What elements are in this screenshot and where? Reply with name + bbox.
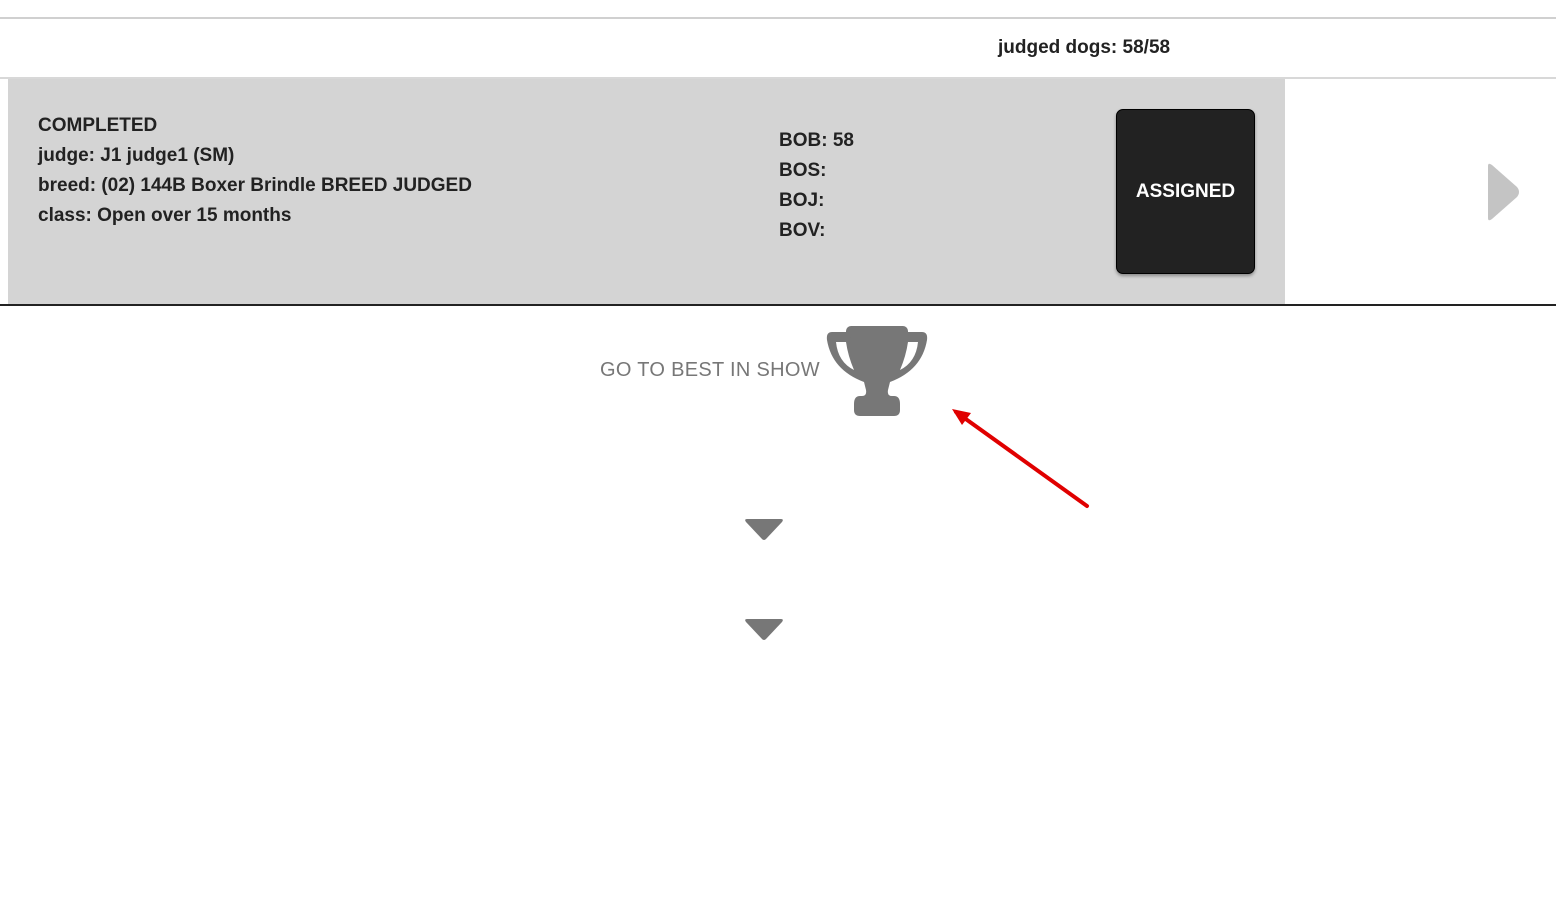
status-text: COMPLETED: [38, 115, 158, 136]
caret-down-icon[interactable]: [744, 617, 784, 643]
assigned-button[interactable]: ASSIGNED: [1116, 109, 1255, 274]
card-divider: [0, 304, 1556, 306]
judging-card: COMPLETED judge: J1 judge1 (SM) breed: (…: [8, 79, 1285, 304]
award-bob: BOB: 58: [779, 130, 854, 151]
award-boj: BOJ:: [779, 190, 825, 211]
chevron-right-icon[interactable]: [1484, 162, 1522, 222]
red-arrow-annotation: [952, 409, 1089, 508]
card-info: COMPLETED judge: J1 judge1 (SM) breed: (…: [38, 111, 472, 231]
trophy-icon[interactable]: [824, 324, 930, 418]
top-divider: [0, 17, 1556, 19]
judge-text: judge: J1 judge1 (SM): [38, 145, 235, 166]
caret-down-icon[interactable]: [744, 517, 784, 543]
breed-text: breed: (02) 144B Boxer Brindle BREED JUD…: [38, 175, 472, 196]
best-in-show-link[interactable]: GO TO BEST IN SHOW: [600, 359, 820, 382]
page: judged dogs: 58/58 COMPLETED judge: J1 j…: [0, 0, 1556, 908]
award-bos: BOS:: [779, 160, 827, 181]
class-text: class: Open over 15 months: [38, 205, 292, 226]
award-bov: BOV:: [779, 220, 826, 241]
judged-dogs-counter: judged dogs: 58/58: [998, 37, 1171, 58]
awards-list: BOB: 58 BOS: BOJ: BOV:: [779, 126, 854, 246]
